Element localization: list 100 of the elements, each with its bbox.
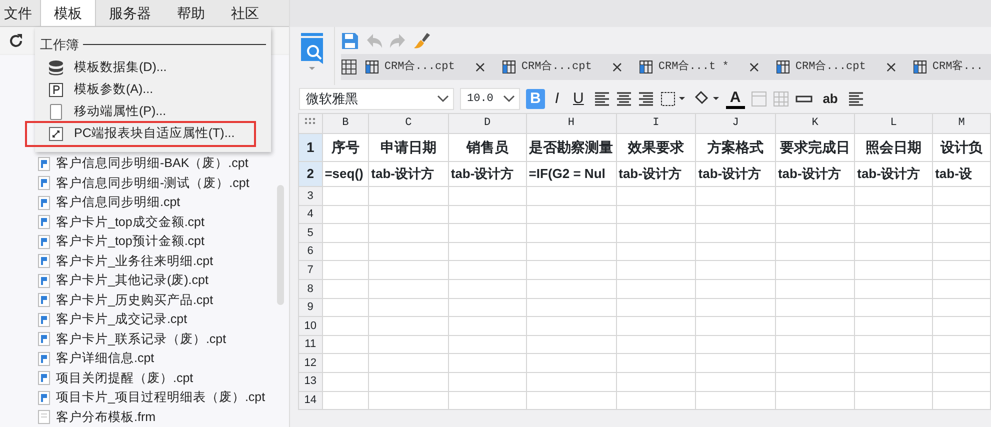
file-name[interactable]: 客户卡片_联系记录（废）.cpt [56, 330, 226, 349]
report-file-icon [38, 176, 50, 190]
close-icon[interactable]: × [884, 56, 898, 78]
report-icon [776, 60, 790, 74]
table-cell[interactable]: =IF(G2 = Nul [526, 162, 616, 186]
column-header[interactable]: D [448, 114, 526, 134]
font-color-button[interactable]: A [726, 90, 745, 108]
row-header[interactable]: 9 [298, 298, 322, 317]
row-header[interactable]: 1 [298, 134, 322, 162]
file-name[interactable]: 客户卡片_top成交金额.cpt [56, 212, 204, 232]
template-tab[interactable]: CRM客... [905, 58, 991, 76]
file-name[interactable]: 客户卡片_业务往来明细.cpt [56, 252, 214, 271]
row-header[interactable]: 2 [298, 162, 322, 186]
row-header[interactable]: 14 [298, 391, 322, 410]
scrollbar[interactable] [277, 185, 284, 305]
row-header[interactable]: 10 [298, 316, 322, 336]
row-header[interactable]: 7 [298, 260, 322, 280]
row-header[interactable]: 13 [298, 372, 322, 392]
column-header[interactable]: K [775, 114, 855, 134]
file-name[interactable]: 项目卡片_项目过程明细表（废）.cpt [56, 388, 266, 408]
file-name[interactable]: 客户卡片_其他记录(废).cpt [56, 271, 208, 290]
wrap-text-button[interactable]: ab [818, 89, 842, 109]
row-header[interactable]: 8 [298, 279, 322, 298]
file-name[interactable]: 客户卡片_成交记录.cpt [56, 310, 188, 330]
table-cell[interactable]: 方案格式 [696, 134, 776, 162]
menu-item[interactable]: 模板参数(A)... [40, 78, 266, 100]
select-all-icon[interactable] [298, 114, 322, 134]
report-icon [502, 60, 516, 74]
table-cell[interactable]: tab-设计方 [696, 162, 776, 186]
row-header[interactable]: 4 [298, 205, 322, 224]
redo-icon [389, 32, 408, 50]
report-file-icon [38, 215, 50, 230]
refresh-icon [8, 32, 24, 48]
table-cell[interactable]: 照会日期 [854, 134, 933, 162]
table-cell[interactable]: tab-设计方 [854, 162, 933, 186]
add-table-icon [341, 59, 358, 75]
table-cell[interactable]: 申请日期 [368, 134, 448, 162]
menu-item[interactable]: 模板数据集(D)... [40, 56, 266, 78]
align-right-icon [638, 91, 654, 107]
table-cell[interactable]: 销售员 [448, 134, 526, 162]
table-cell[interactable]: 序号 [322, 134, 369, 162]
menu-item[interactable]: PC端报表块自适应属性(T)... [27, 122, 254, 144]
font-size-select[interactable]: 10.0 [460, 88, 520, 110]
table-cell[interactable]: tab-设计方 [368, 162, 448, 186]
font-select[interactable]: 微软雅黑 [299, 88, 454, 110]
file-name[interactable]: 项目关闭提醒（废）.cpt [56, 368, 194, 388]
form-file-icon [38, 410, 50, 424]
report-file-icon [38, 371, 50, 386]
file-name[interactable]: 客户信息同步明细-测试（废）.cpt [56, 174, 250, 193]
close-icon[interactable]: × [610, 56, 624, 78]
row-header[interactable]: 11 [298, 335, 322, 354]
table-cell[interactable]: =seq() [322, 162, 369, 186]
close-icon[interactable]: × [748, 56, 760, 78]
column-header[interactable]: L [854, 114, 933, 134]
close-icon[interactable]: × [474, 56, 486, 78]
column-header[interactable]: M [932, 114, 990, 134]
row-header[interactable]: 3 [298, 186, 322, 206]
template-tab[interactable]: CRM合...cpt × [357, 56, 494, 78]
align-text-icon [848, 91, 864, 107]
file-name[interactable]: 客户分布模板.frm [56, 408, 156, 427]
row-header[interactable]: 12 [298, 354, 322, 372]
menu-item[interactable]: 文件 [0, 0, 40, 26]
table-cell[interactable]: tab-设计方 [448, 162, 526, 186]
table-cell[interactable]: 效果要求 [616, 134, 696, 162]
menu-section-title: 工作簿 [40, 36, 79, 54]
menu-item[interactable]: 模板 [40, 0, 96, 26]
report-file-icon [38, 234, 50, 249]
italic-button[interactable]: I [550, 89, 564, 109]
table-cell[interactable]: 是否勘察测量 [526, 134, 616, 162]
row-header[interactable]: 5 [298, 224, 322, 242]
report-icon [913, 60, 928, 74]
file-name[interactable]: 客户卡片_top预计金额.cpt [56, 232, 204, 252]
file-name[interactable]: 客户信息同步明细.cpt [56, 193, 180, 212]
template-tab[interactable]: CRM合...t * × [631, 56, 768, 78]
file-name[interactable]: 客户卡片_历史购买产品.cpt [56, 290, 214, 310]
file-name[interactable]: 客户信息同步明细-BAK（废）.cpt [56, 154, 248, 174]
report-file-icon [38, 312, 50, 327]
column-header[interactable]: B [322, 114, 369, 134]
undo-icon [365, 32, 384, 50]
row-header[interactable]: 6 [298, 242, 322, 261]
menu-item[interactable]: 帮助 [164, 0, 218, 26]
template-tab[interactable]: CRM合...cpt × [494, 56, 632, 78]
table-cell[interactable]: tab-设计方 [775, 162, 855, 186]
file-name[interactable]: 客户详细信息.cpt [56, 349, 154, 368]
database-icon [48, 60, 64, 76]
column-header[interactable]: C [368, 114, 448, 134]
menu-item[interactable]: 服务器 [96, 0, 164, 26]
column-header[interactable]: H [526, 114, 616, 134]
template-tab[interactable]: CRM合...cpt × [768, 56, 906, 78]
table-cell[interactable]: tab-设 [932, 162, 990, 186]
border-icon [660, 91, 686, 107]
table-cell[interactable]: 要求完成日 [775, 134, 855, 162]
underline-button[interactable]: U [569, 89, 588, 109]
column-header[interactable]: I [616, 114, 696, 134]
report-file-icon [38, 390, 50, 405]
table-cell[interactable]: tab-设计方 [616, 162, 696, 186]
table-cell[interactable]: 设计负 [932, 134, 990, 162]
menu-item[interactable]: 移动端属性(P)... [40, 100, 266, 122]
column-header[interactable]: J [696, 114, 776, 134]
menu-item[interactable]: 社区 [218, 0, 272, 26]
